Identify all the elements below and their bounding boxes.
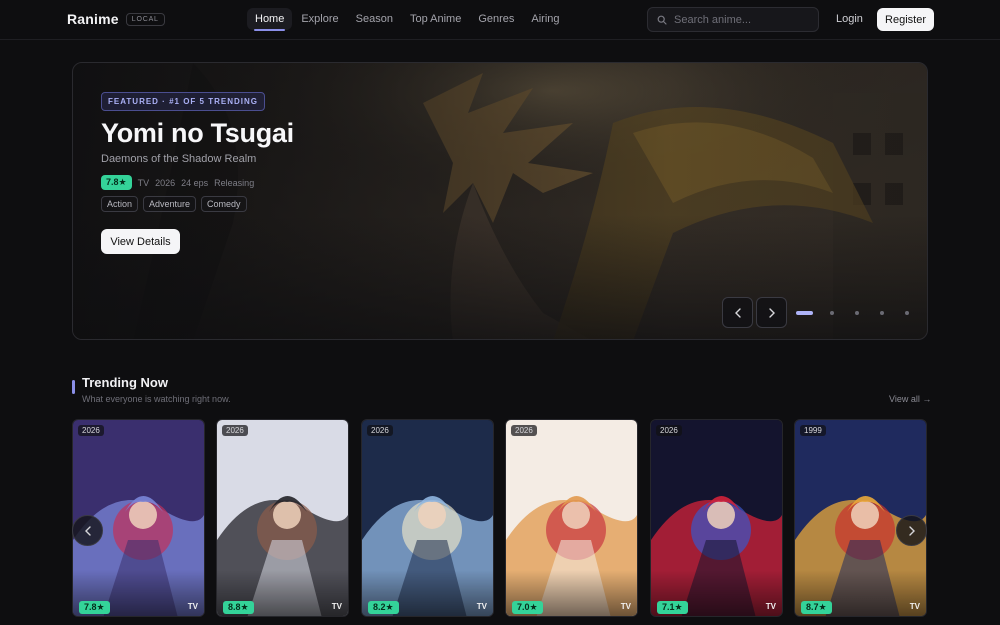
anime-card[interactable]: 2026 7.0★ TV	[505, 419, 638, 617]
featured-badge: FEATURED · #1 OF 5 TRENDING	[101, 92, 265, 111]
status-label: Releasing	[214, 177, 255, 188]
genre-chips: Action Adventure Comedy	[101, 196, 252, 212]
slide-dot-1[interactable]	[796, 311, 813, 315]
local-badge: LOCAL	[125, 12, 165, 26]
view-details-button[interactable]: View Details	[101, 229, 180, 254]
login-link[interactable]: Login	[836, 13, 863, 25]
slide-indicator-dots	[796, 311, 927, 315]
slide-dot-4[interactable]	[880, 311, 884, 315]
hero-subtitle: Daemons of the Shadow Realm	[101, 153, 257, 165]
year-badge: 1999	[800, 425, 826, 436]
score-badge: 7.8★	[101, 175, 132, 190]
nav-links: Home Explore Season Top Anime Genres Air…	[247, 8, 569, 31]
register-button[interactable]: Register	[877, 8, 934, 31]
score-badge: 7.8★	[79, 601, 110, 614]
slide-dot-2[interactable]	[830, 311, 834, 315]
format-label: TV	[765, 602, 776, 611]
format-label: TV	[476, 602, 487, 611]
nav-link-top-anime[interactable]: Top Anime	[402, 8, 469, 30]
genre-chip[interactable]: Comedy	[201, 196, 247, 212]
brand-name: Ranime	[67, 11, 119, 27]
episodes-label: 24 eps	[181, 177, 209, 188]
score-badge: 8.8★	[223, 601, 254, 614]
chevron-right-icon	[908, 525, 915, 536]
format-label: TV	[909, 602, 920, 611]
section-title: Trending Now	[82, 375, 168, 390]
year-badge: 2026	[656, 425, 682, 436]
slide-dot-3[interactable]	[855, 311, 859, 315]
format-label: TV	[187, 602, 198, 611]
score-badge: 7.1★	[657, 601, 688, 614]
year-badge: 2026	[222, 425, 248, 436]
year-badge: 2026	[511, 425, 537, 436]
search-input[interactable]	[674, 13, 804, 26]
nav-link-home[interactable]: Home	[247, 8, 293, 31]
score-badge: 8.2★	[368, 601, 399, 614]
search-icon	[657, 15, 667, 25]
year-label: 2026	[155, 177, 176, 188]
hero-meta: 7.8★ TV 2026 24 eps Releasing	[101, 175, 260, 190]
search-box[interactable]	[647, 7, 819, 32]
year-badge: 2026	[367, 425, 393, 436]
genre-chip[interactable]: Adventure	[143, 196, 197, 212]
chevron-left-icon	[84, 525, 91, 536]
nav-link-airing[interactable]: Airing	[523, 8, 567, 30]
year-badge: 2026	[78, 425, 104, 436]
score-badge: 7.0★	[512, 601, 543, 614]
nav-link-explore[interactable]: Explore	[293, 8, 346, 30]
format-label: TV	[620, 602, 631, 611]
section-subtitle: What everyone is watching right now.	[82, 394, 231, 404]
carousel-next-button[interactable]	[896, 515, 927, 546]
format-label: TV	[331, 602, 342, 611]
anime-card[interactable]: 2026 8.8★ TV	[216, 419, 349, 617]
hero-prev-button[interactable]	[722, 297, 753, 328]
nav-link-season[interactable]: Season	[348, 8, 401, 30]
slide-dot-5[interactable]	[905, 311, 909, 315]
hero-next-button[interactable]	[756, 297, 787, 328]
chevron-right-icon	[768, 307, 775, 318]
top-navbar: Ranime LOCAL Home Explore Season Top Ani…	[0, 0, 1000, 40]
view-all-link[interactable]: View all →	[889, 394, 931, 404]
genre-chip[interactable]: Action	[101, 196, 139, 212]
format-label: TV	[137, 177, 150, 188]
section-accent-bar	[72, 380, 75, 394]
score-badge: 8.7★	[801, 601, 832, 614]
chevron-left-icon	[734, 307, 741, 318]
nav-link-genres[interactable]: Genres	[470, 8, 522, 30]
anime-card[interactable]: 2026 8.2★ TV	[361, 419, 494, 617]
featured-hero-banner[interactable]: FEATURED · #1 OF 5 TRENDING Yomi no Tsug…	[72, 62, 928, 340]
brand[interactable]: Ranime LOCAL	[67, 11, 165, 27]
anime-card[interactable]: 2026 7.1★ TV	[650, 419, 783, 617]
hero-title: Yomi no Tsugai	[101, 118, 294, 148]
carousel-prev-button[interactable]	[72, 515, 103, 546]
